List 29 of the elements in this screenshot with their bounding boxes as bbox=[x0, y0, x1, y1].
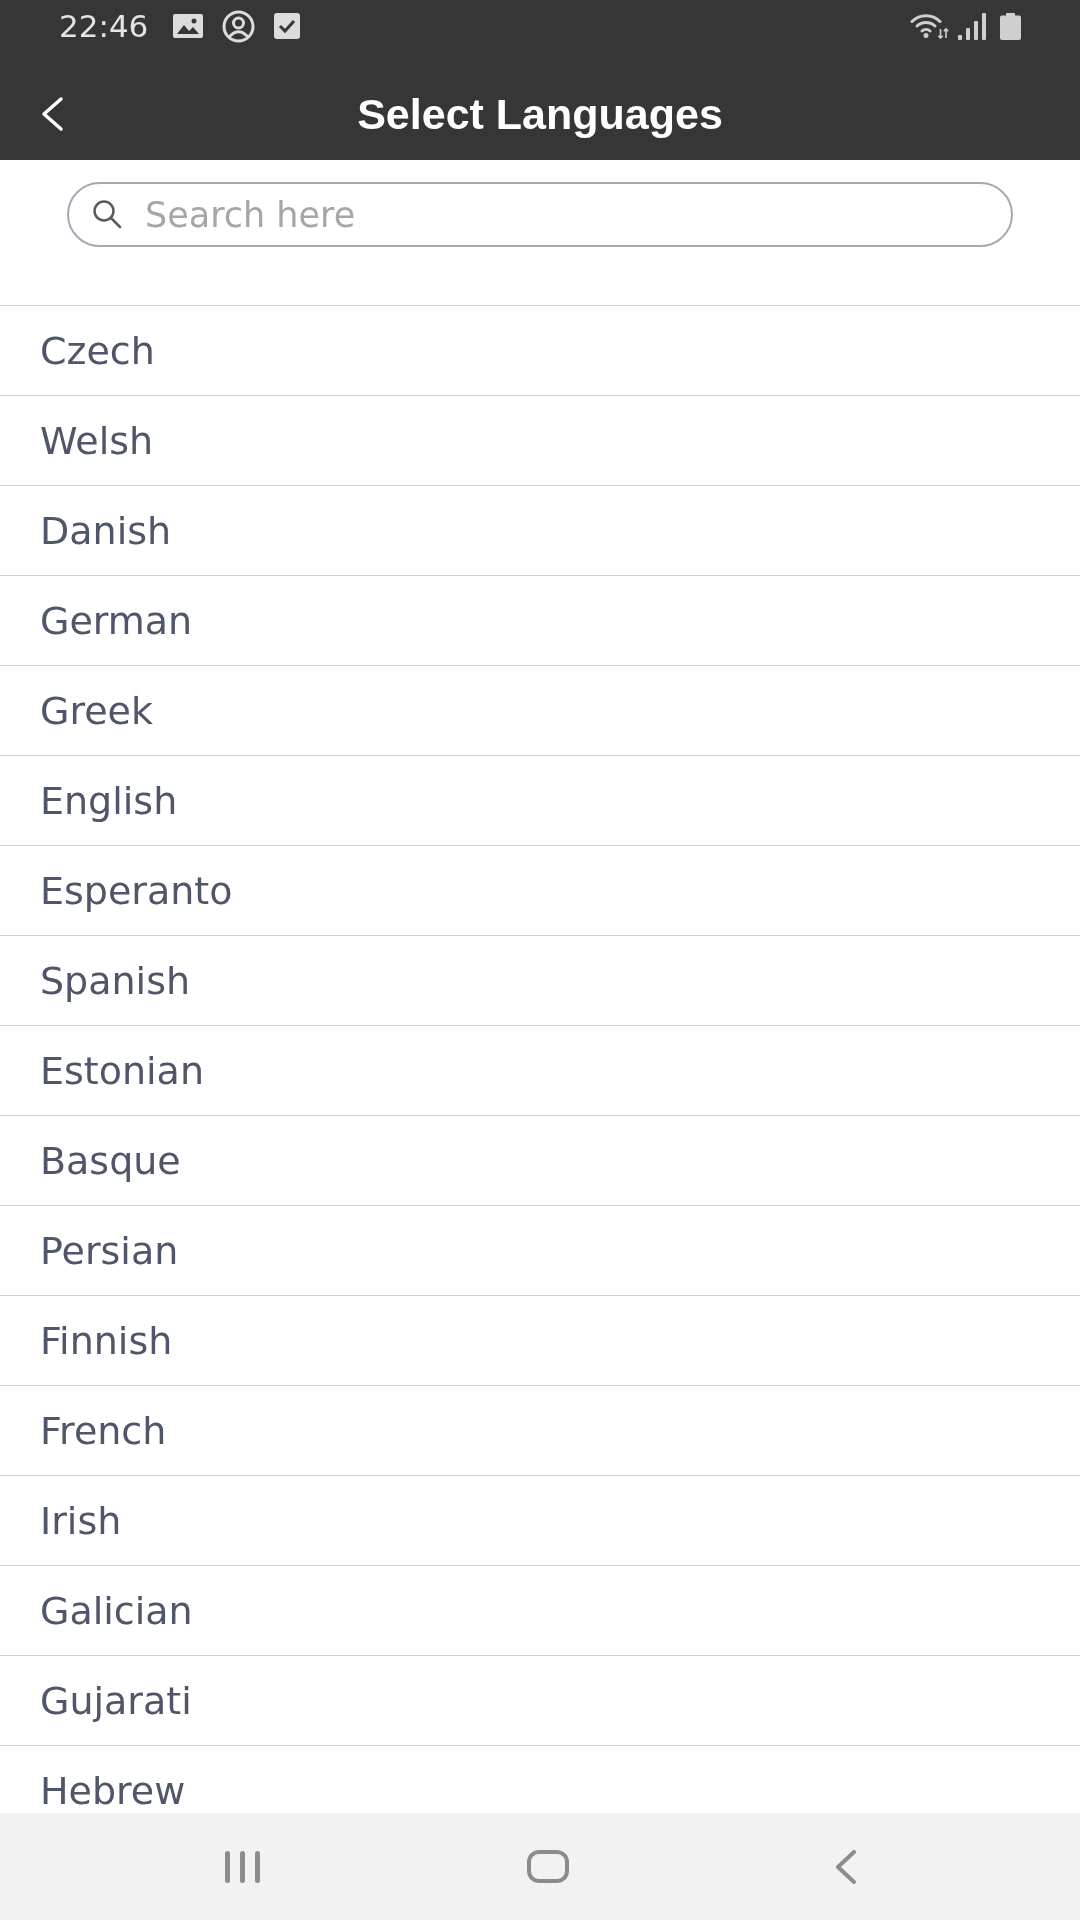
language-item[interactable]: Esperanto bbox=[0, 845, 1080, 935]
language-item[interactable]: Galician bbox=[0, 1565, 1080, 1655]
image-icon bbox=[173, 14, 204, 38]
language-item[interactable]: Spanish bbox=[0, 935, 1080, 1025]
battery-icon bbox=[1000, 12, 1021, 40]
language-item[interactable]: Gujarati bbox=[0, 1655, 1080, 1745]
language-item[interactable]: Czech bbox=[0, 305, 1080, 395]
language-item[interactable]: Irish bbox=[0, 1475, 1080, 1565]
language-item[interactable]: Finnish bbox=[0, 1295, 1080, 1385]
page-title: Select Languages bbox=[357, 89, 723, 140]
check-square-icon bbox=[274, 13, 301, 39]
language-item[interactable]: Welsh bbox=[0, 395, 1080, 485]
recent-apps-icon[interactable] bbox=[223, 1850, 261, 1883]
language-item[interactable]: Greek bbox=[0, 665, 1080, 755]
language-item[interactable]: Persian bbox=[0, 1205, 1080, 1295]
language-item[interactable]: Danish bbox=[0, 485, 1080, 575]
home-icon[interactable] bbox=[526, 1850, 569, 1883]
wifi-icon bbox=[910, 12, 949, 40]
language-item[interactable]: Estonian bbox=[0, 1025, 1080, 1115]
search-field[interactable]: Search here bbox=[67, 182, 1013, 247]
search-icon bbox=[92, 199, 122, 229]
language-item[interactable]: Basque bbox=[0, 1115, 1080, 1205]
person-circle-icon bbox=[222, 9, 256, 43]
signal-icon bbox=[958, 12, 987, 40]
language-item[interactable]: German bbox=[0, 575, 1080, 665]
status-time: 22:46 bbox=[59, 8, 149, 44]
language-item[interactable]: French bbox=[0, 1385, 1080, 1475]
back-icon[interactable] bbox=[39, 96, 65, 132]
language-item[interactable]: English bbox=[0, 755, 1080, 845]
